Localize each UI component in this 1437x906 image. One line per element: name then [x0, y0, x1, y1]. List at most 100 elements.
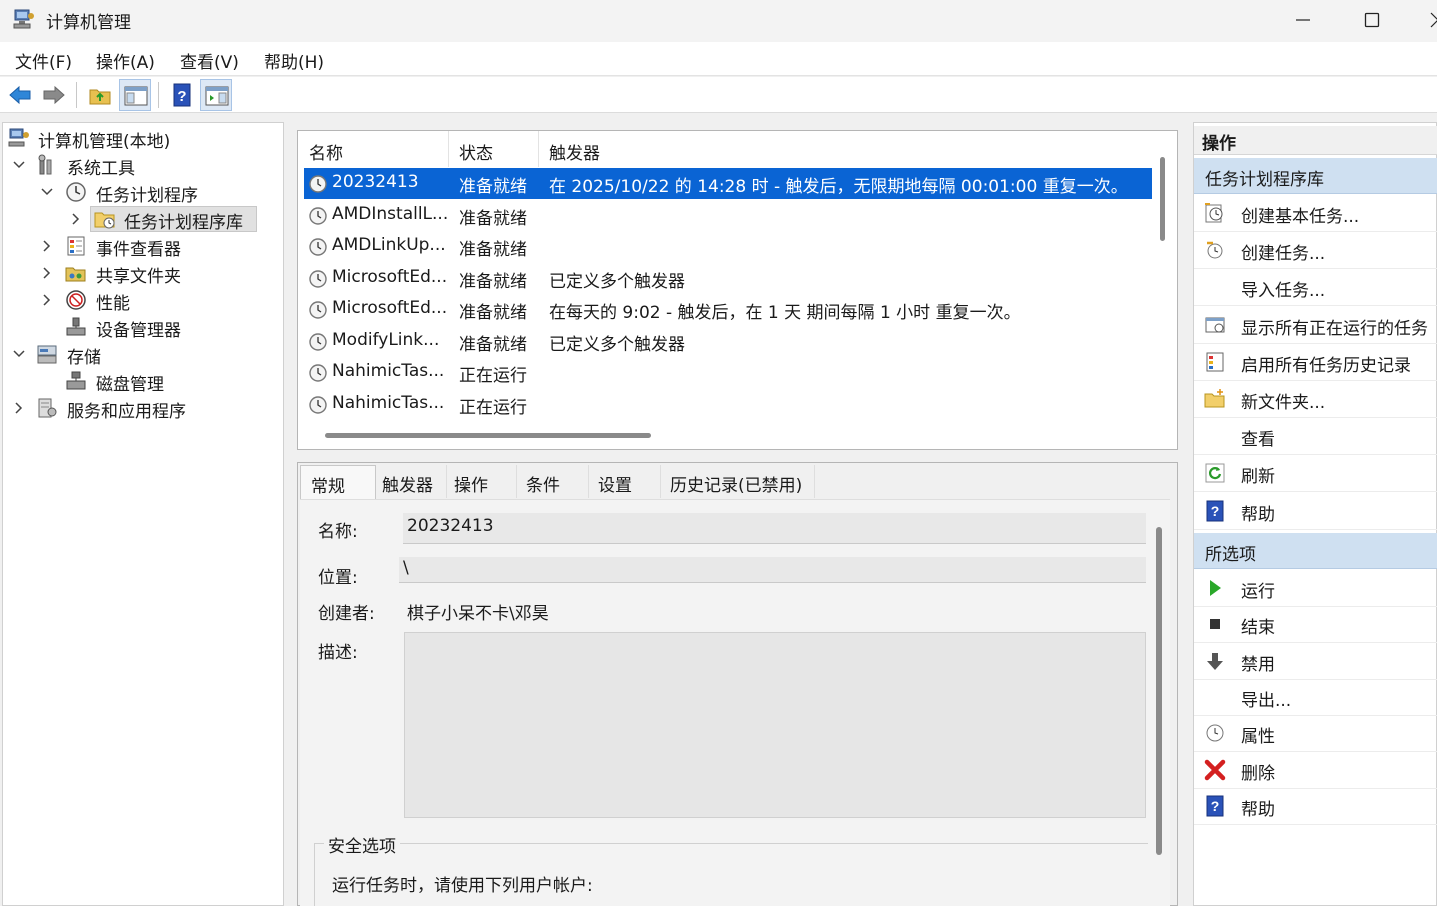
task-cell-name: NahimicTas...: [332, 392, 445, 413]
chevron-right-icon[interactable]: [69, 212, 83, 226]
action-label: 显示所有正在运行的任务: [1241, 318, 1428, 339]
show-hide-action-pane-button[interactable]: [200, 79, 232, 111]
tree-item-task-scheduler[interactable]: 任务计划程序: [8, 179, 278, 206]
description-field[interactable]: [404, 632, 1146, 818]
action-view[interactable]: 查看: [1194, 418, 1437, 456]
task-list-vertical-scrollbar[interactable]: [1160, 157, 1165, 241]
tab-divider: [814, 465, 815, 498]
column-header-status[interactable]: 状态: [449, 131, 539, 167]
task-row[interactable]: 20232413 准备就绪 在 2025/10/22 的 14:28 时 - 触发后…: [304, 168, 1152, 199]
create-basic-task-icon: [1205, 203, 1223, 223]
action-run[interactable]: 运行: [1194, 570, 1437, 607]
task-row[interactable]: MicrosoftEd... 准备就绪 在每天的 9:02 - 触发后，在 1 天 …: [304, 294, 1152, 325]
actions-section-task-library[interactable]: 任务计划程序库: [1194, 158, 1437, 194]
chevron-down-icon[interactable]: [12, 347, 26, 361]
name-field[interactable]: 20232413: [403, 513, 1146, 544]
actions-header: 操作: [1194, 126, 1437, 155]
menu-file[interactable]: 文件(F): [15, 48, 72, 73]
maximize-icon: [1364, 12, 1380, 28]
task-cell-status: 准备就绪: [459, 208, 527, 229]
action-help-selected[interactable]: ? 帮助: [1194, 788, 1437, 825]
action-disable[interactable]: 禁用: [1194, 643, 1437, 680]
action-label: 帮助: [1241, 504, 1275, 525]
action-label: 启用所有任务历史记录: [1241, 355, 1411, 376]
task-clock-icon: [309, 301, 327, 319]
computer-management-icon: [13, 9, 34, 29]
task-row[interactable]: MicrosoftEd... 准备就绪 已定义多个触发器: [304, 263, 1152, 294]
action-end[interactable]: 结束: [1194, 606, 1437, 644]
task-row[interactable]: NahimicTas... 正在运行: [304, 357, 1152, 388]
help-icon: ?: [173, 83, 191, 107]
tree-item-label: 任务计划程序: [96, 186, 198, 206]
tree-item-storage[interactable]: 存储: [8, 341, 278, 368]
task-clock-icon: [309, 206, 327, 225]
tab-general[interactable]: 常规: [300, 465, 376, 499]
chevron-right-icon[interactable]: [40, 266, 54, 280]
action-create-task[interactable]: 创建任务...: [1194, 232, 1437, 270]
chevron-down-icon[interactable]: [12, 158, 26, 172]
action-label: 禁用: [1241, 654, 1275, 675]
running-tasks-icon: [1205, 317, 1225, 333]
window-title: 计算机管理: [46, 13, 131, 33]
svg-text:?: ?: [1211, 503, 1220, 519]
tree-item-event-viewer[interactable]: 事件查看器: [8, 233, 278, 260]
tab-settings[interactable]: 设置: [598, 465, 658, 499]
tree-item-label: 磁盘管理: [96, 375, 164, 395]
end-icon: [1210, 619, 1220, 630]
menu-view[interactable]: 查看(V): [180, 48, 239, 73]
tree-item-task-scheduler-library[interactable]: 任务计划程序库: [8, 206, 278, 233]
action-help[interactable]: ? 帮助: [1194, 493, 1437, 530]
action-properties[interactable]: 属性: [1194, 715, 1437, 753]
security-options-legend: 安全选项: [324, 832, 400, 857]
tab-actions[interactable]: 操作: [454, 465, 514, 499]
details-vertical-scrollbar[interactable]: [1156, 527, 1162, 855]
help-button[interactable]: ?: [166, 79, 198, 111]
task-row[interactable]: ModifyLink... 准备就绪 已定义多个触发器: [304, 326, 1152, 357]
tree-item-performance[interactable]: 性能: [8, 287, 278, 314]
tree-item-disk-management[interactable]: 磁盘管理: [8, 368, 278, 395]
action-display-running-tasks[interactable]: 显示所有正在运行的任务: [1194, 307, 1437, 344]
task-row[interactable]: AMDInstallL... 准备就绪: [304, 200, 1152, 231]
chevron-right-icon[interactable]: [40, 239, 54, 253]
task-row[interactable]: AMDLinkUp... 准备就绪: [304, 231, 1152, 262]
menu-action[interactable]: 操作(A): [96, 48, 155, 73]
column-header-trigger[interactable]: 触发器: [539, 131, 1151, 167]
action-import-task[interactable]: 导入任务...: [1194, 269, 1437, 307]
tree-item-shared-folders[interactable]: 共享文件夹: [8, 260, 278, 287]
back-button[interactable]: [4, 79, 36, 111]
action-refresh[interactable]: 刷新: [1194, 455, 1437, 493]
action-create-basic-task[interactable]: 创建基本任务...: [1194, 195, 1437, 232]
action-new-folder[interactable]: 新文件夹...: [1194, 381, 1437, 418]
column-header-name[interactable]: 名称: [299, 131, 449, 167]
task-list-horizontal-scrollbar[interactable]: [325, 433, 651, 438]
chevron-right-icon[interactable]: [12, 401, 26, 415]
chevron-right-icon[interactable]: [40, 293, 54, 307]
tree-item-computer-management[interactable]: 计算机管理(本地): [8, 125, 278, 152]
tab-conditions[interactable]: 条件: [526, 465, 586, 499]
refresh-icon: [1205, 463, 1225, 483]
maximize-button[interactable]: [1337, 0, 1405, 40]
tree-item-device-manager[interactable]: 设备管理器: [8, 314, 278, 341]
task-cell-status: 准备就绪: [459, 177, 527, 197]
description-label: 描述:: [318, 643, 358, 663]
close-button[interactable]: [1406, 0, 1437, 40]
minimize-button[interactable]: [1268, 0, 1336, 40]
actions-section-selected-item[interactable]: 所选项: [1194, 533, 1437, 569]
menu-help[interactable]: 帮助(H): [264, 48, 324, 73]
tree-item-services-applications[interactable]: 服务和应用程序: [8, 395, 278, 422]
forward-button[interactable]: [38, 79, 70, 111]
tree-item-system-tools[interactable]: 系统工具: [8, 152, 278, 179]
chevron-down-icon[interactable]: [40, 185, 54, 199]
up-folder-button[interactable]: [84, 79, 116, 111]
action-delete[interactable]: 删除: [1194, 752, 1437, 789]
tree-item-label: 计算机管理(本地): [38, 132, 171, 152]
tab-history[interactable]: 历史记录(已禁用): [670, 465, 815, 499]
action-label: 查看: [1241, 430, 1275, 451]
task-cell-name: AMDInstallL...: [332, 203, 449, 224]
tab-triggers[interactable]: 触发器: [382, 465, 452, 499]
action-enable-task-history[interactable]: 启用所有任务历史记录: [1194, 344, 1437, 381]
title-bar: 计算机管理: [0, 0, 1437, 42]
show-hide-console-tree-button[interactable]: [119, 79, 151, 111]
task-row[interactable]: NahimicTas... 正在运行: [304, 389, 1152, 420]
action-export[interactable]: 导出...: [1194, 679, 1437, 716]
